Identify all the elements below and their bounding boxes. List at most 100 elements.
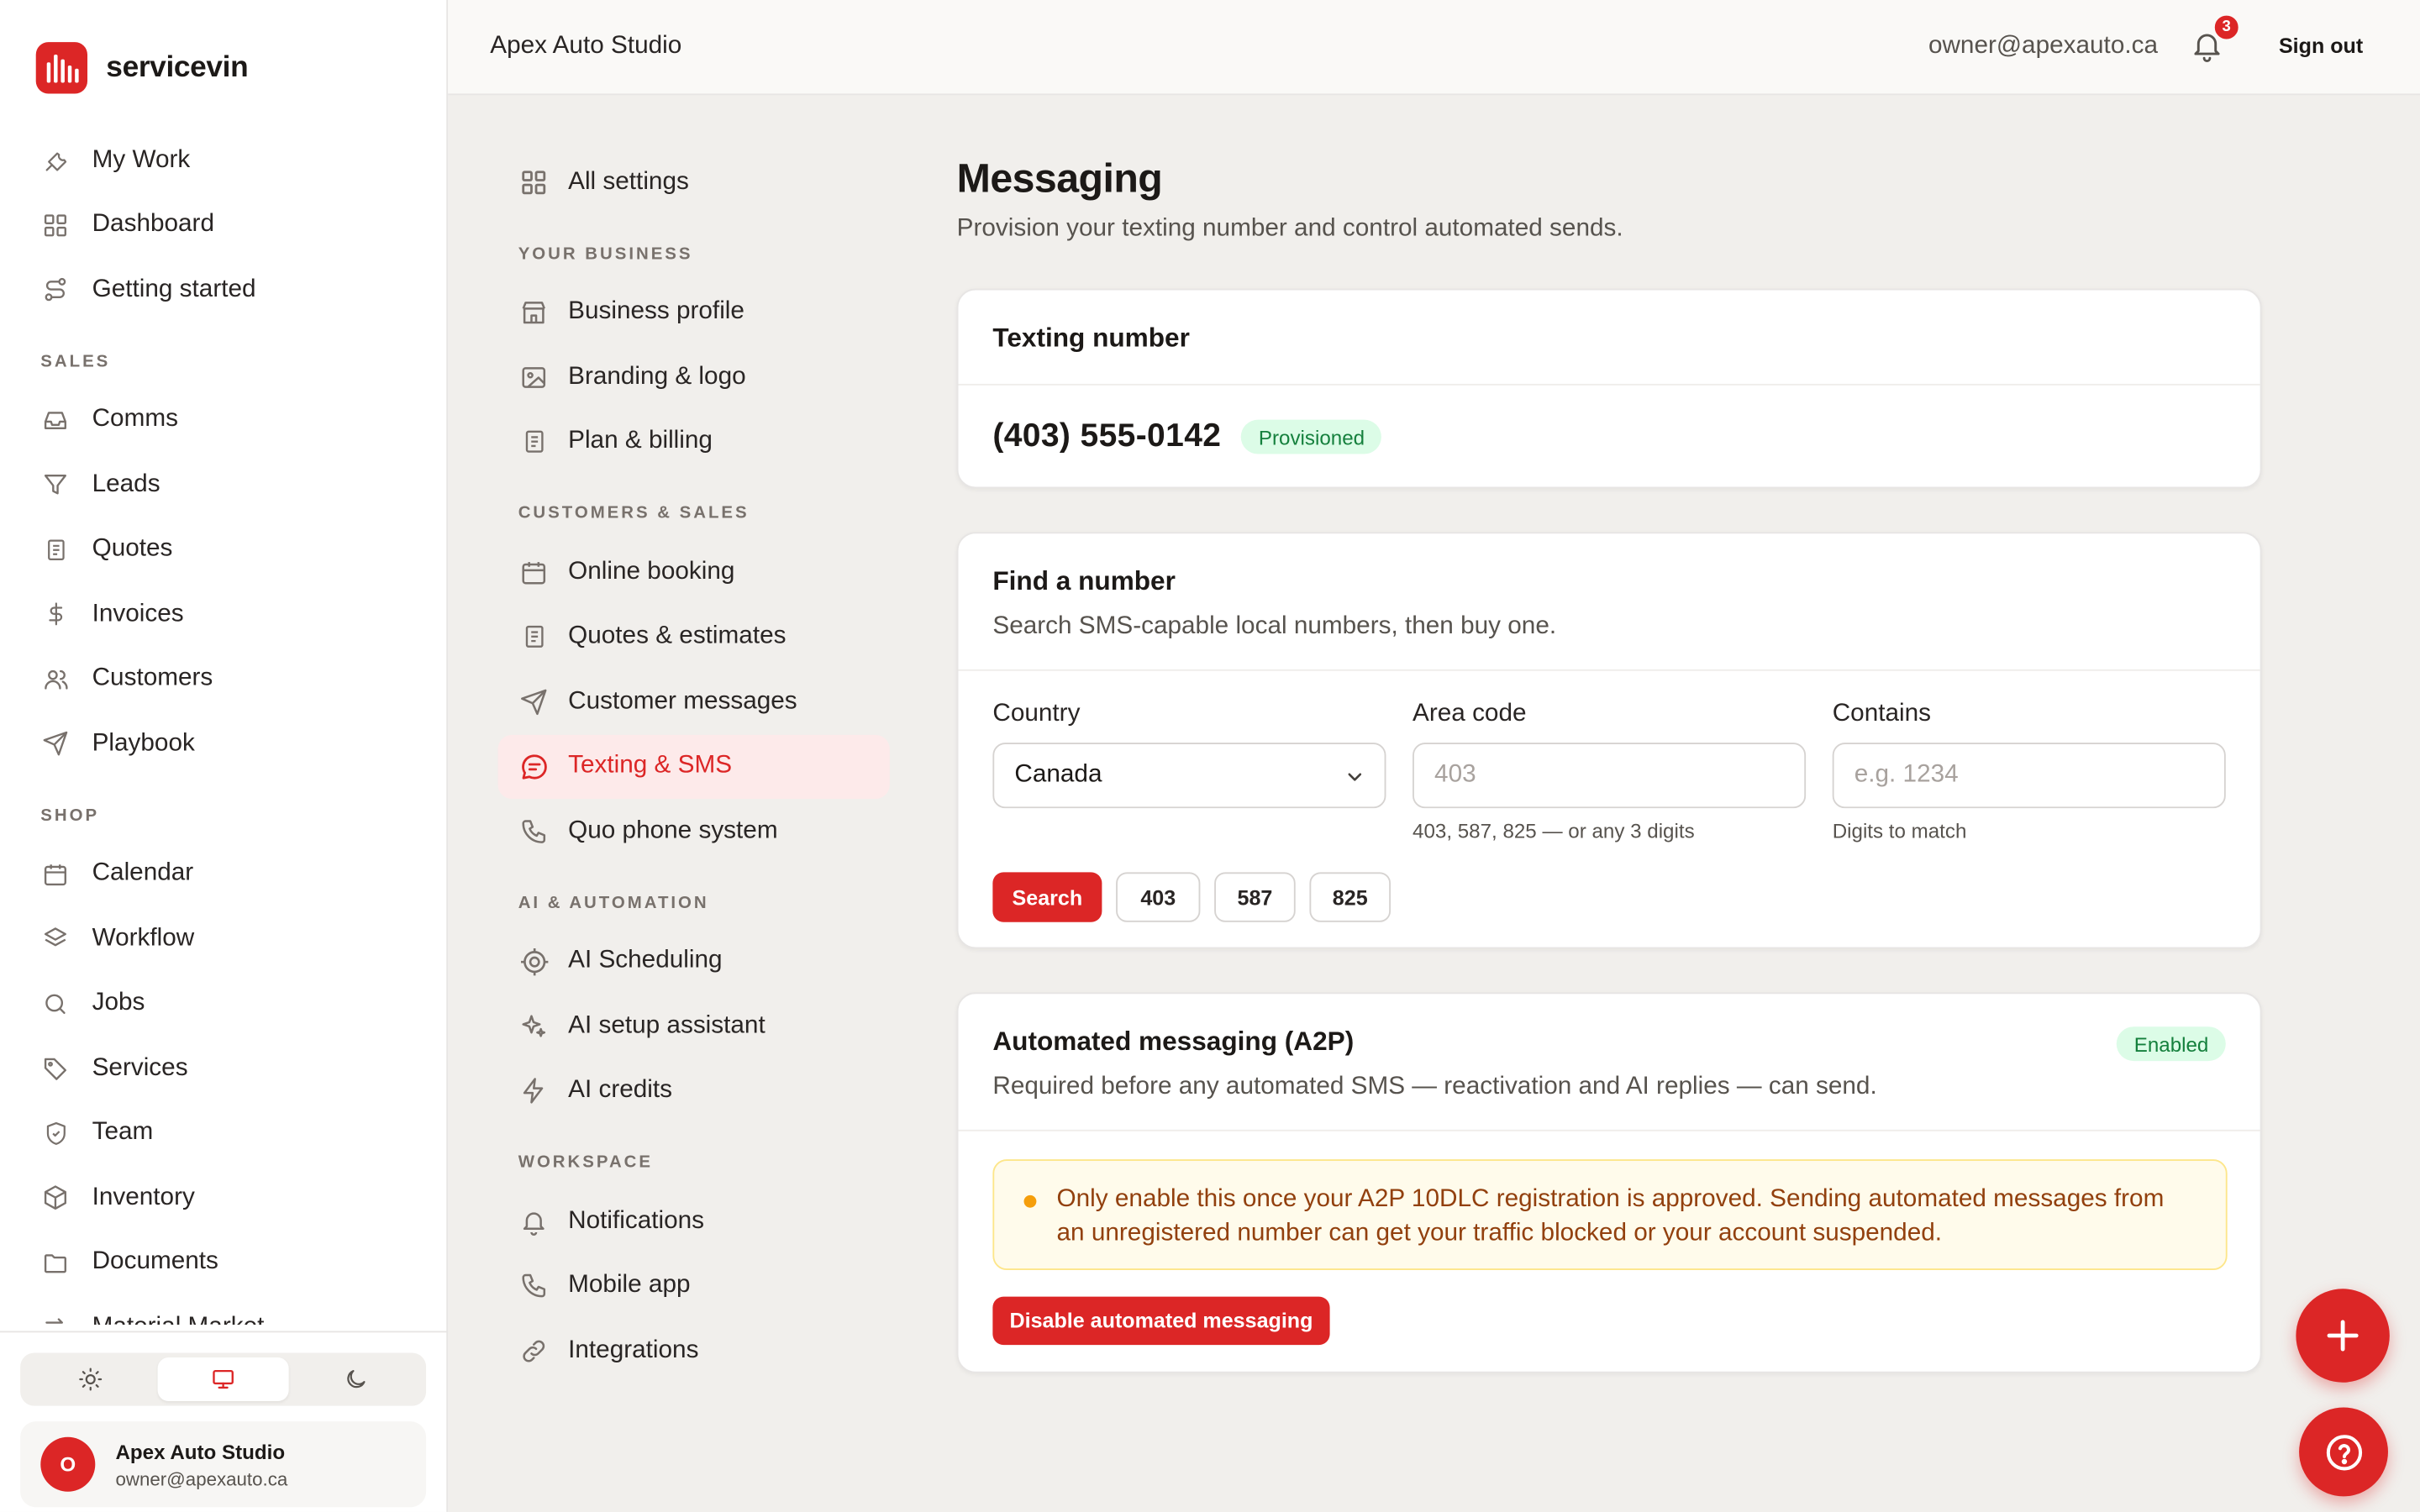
settings-item-ai-setup-assistant[interactable]: AI setup assistant <box>498 994 890 1058</box>
grid-icon <box>40 210 70 239</box>
settings-item-mobile-app[interactable]: Mobile app <box>498 1254 890 1319</box>
status-badge: Provisioned <box>1241 419 1382 454</box>
card-description: Required before any automated SMS — reac… <box>992 1073 1877 1100</box>
settings-item-branding-logo[interactable]: Branding & logo <box>498 345 890 410</box>
nav-item-my-work[interactable]: My Work <box>20 128 428 192</box>
settings-label: All settings <box>568 168 689 195</box>
settings-label: Branding & logo <box>568 363 746 390</box>
settings-item-ai-credits[interactable]: AI credits <box>498 1058 890 1123</box>
nav-label: Dashboard <box>92 211 214 238</box>
user-email: owner@apexauto.ca <box>1928 33 2158 60</box>
settings-item-integrations[interactable]: Integrations <box>498 1319 890 1383</box>
document-icon <box>518 427 550 458</box>
number-row: (403) 555-0142 Provisioned <box>992 417 1382 456</box>
document-icon <box>518 622 550 653</box>
warning-dot-icon <box>1023 1194 1037 1208</box>
nav-item-inventory[interactable]: Inventory <box>20 1166 428 1231</box>
settings-item-online-booking[interactable]: Online booking <box>498 540 890 605</box>
contains-field[interactable] <box>1854 761 2224 790</box>
contains-input[interactable] <box>1832 743 2226 809</box>
nav-item-workflow[interactable]: Workflow <box>20 906 428 971</box>
nav-item-services[interactable]: Services <box>20 1036 428 1100</box>
settings-label: Online booking <box>568 558 735 585</box>
page-title: Messaging <box>956 154 1163 202</box>
nav-label: Documents <box>92 1248 218 1276</box>
theme-system-button[interactable] <box>156 1357 290 1402</box>
target-icon <box>518 946 550 977</box>
add-button[interactable] <box>2296 1289 2390 1383</box>
area-code-chip-825[interactable]: 825 <box>1309 872 1392 922</box>
nav-item-documents[interactable]: Documents <box>20 1231 428 1295</box>
settings-nav: All settings YOUR BUSINESS Business prof… <box>497 150 890 1383</box>
warning-text: Only enable this once your A2P 10DLC reg… <box>1056 1185 2165 1247</box>
link-icon <box>518 1336 550 1367</box>
country-value: Canada <box>1014 761 1102 789</box>
settings-item-texting-sms[interactable]: Texting & SMS <box>497 733 890 800</box>
settings-item-notifications[interactable]: Notifications <box>498 1189 890 1253</box>
grid-icon <box>518 166 550 197</box>
account-card[interactable]: O Apex Auto Studio owner@apexauto.ca <box>20 1421 427 1508</box>
settings-item-ai-scheduling[interactable]: AI Scheduling <box>498 929 890 994</box>
settings-item-quo-phone-system[interactable]: Quo phone system <box>498 799 890 864</box>
search-button[interactable]: Search <box>992 872 1102 922</box>
workspace-title: Apex Auto Studio <box>490 33 682 60</box>
nav-item-getting-started[interactable]: Getting started <box>20 257 428 322</box>
settings-label: Mobile app <box>568 1272 691 1299</box>
area-code-chip-403[interactable]: 403 <box>1116 872 1201 922</box>
nav-label: Jobs <box>92 990 145 1016</box>
avatar: O <box>40 1436 96 1492</box>
search-icon <box>40 989 70 1018</box>
layers-icon <box>40 924 70 953</box>
country-select[interactable]: Canada <box>992 743 1386 809</box>
phone-number: (403) 555-0142 <box>992 417 1222 454</box>
send-icon <box>40 729 70 759</box>
nav-item-team[interactable]: Team <box>20 1100 428 1165</box>
divider <box>0 1331 449 1333</box>
nav-item-quotes[interactable]: Quotes <box>20 517 428 582</box>
bolt-icon <box>518 1075 550 1106</box>
nav-item-leads[interactable]: Leads <box>20 453 428 517</box>
area-code-input[interactable] <box>1413 743 1807 809</box>
nav-label: Quotes <box>92 535 173 563</box>
settings-label: Texting & SMS <box>568 752 733 780</box>
account-text: Apex Auto Studio owner@apexauto.ca <box>115 1440 287 1489</box>
nav-section-shop: SHOP <box>40 806 100 825</box>
settings-item-quotes-estimates[interactable]: Quotes & estimates <box>498 605 890 669</box>
theme-dark-button[interactable] <box>289 1357 421 1401</box>
disable-automated-messaging-button[interactable]: Disable automated messaging <box>992 1296 1330 1346</box>
brand[interactable]: servicevin <box>35 42 249 94</box>
settings-item-plan-billing[interactable]: Plan & billing <box>498 410 890 475</box>
phone-icon <box>518 816 550 847</box>
nav-item-customers[interactable]: Customers <box>20 647 428 711</box>
theme-toggle <box>20 1352 427 1406</box>
users-icon <box>40 664 70 694</box>
card-header: Find a number Search SMS-capable local n… <box>958 533 2260 671</box>
folder-icon <box>40 1248 70 1278</box>
help-button[interactable] <box>2299 1407 2388 1497</box>
route-icon <box>40 275 70 304</box>
nav-item-material-market[interactable]: Material Market <box>20 1295 428 1325</box>
settings-item-customer-messages[interactable]: Customer messages <box>498 669 890 734</box>
settings-item-all-settings[interactable]: All settings <box>498 150 890 214</box>
area-code-field[interactable] <box>1434 761 1805 790</box>
nav-item-comms[interactable]: Comms <box>20 388 428 453</box>
nav-label: Playbook <box>92 729 195 757</box>
logo-icon <box>35 42 88 94</box>
nav-label: Material Market <box>92 1314 265 1325</box>
sign-out-button[interactable]: Sign out <box>2279 34 2363 58</box>
nav-item-jobs[interactable]: Jobs <box>20 971 428 1036</box>
area-code-chip-587[interactable]: 587 <box>1214 872 1296 922</box>
nav-item-dashboard[interactable]: Dashboard <box>20 192 428 257</box>
box-icon <box>40 1183 70 1212</box>
nav-label: Comms <box>92 406 178 433</box>
theme-light-button[interactable] <box>25 1357 157 1401</box>
settings-label: AI setup assistant <box>568 1012 765 1039</box>
settings-item-business-profile[interactable]: Business profile <box>498 280 890 344</box>
card-header: Texting number <box>958 290 2260 386</box>
nav-item-calendar[interactable]: Calendar <box>20 842 428 906</box>
funnel-icon <box>40 470 70 500</box>
nav-item-playbook[interactable]: Playbook <box>20 711 428 776</box>
find-number-card: Find a number Search SMS-capable local n… <box>956 532 2262 949</box>
nav-item-invoices[interactable]: Invoices <box>20 582 428 647</box>
settings-section-your-business: YOUR BUSINESS <box>518 244 693 263</box>
